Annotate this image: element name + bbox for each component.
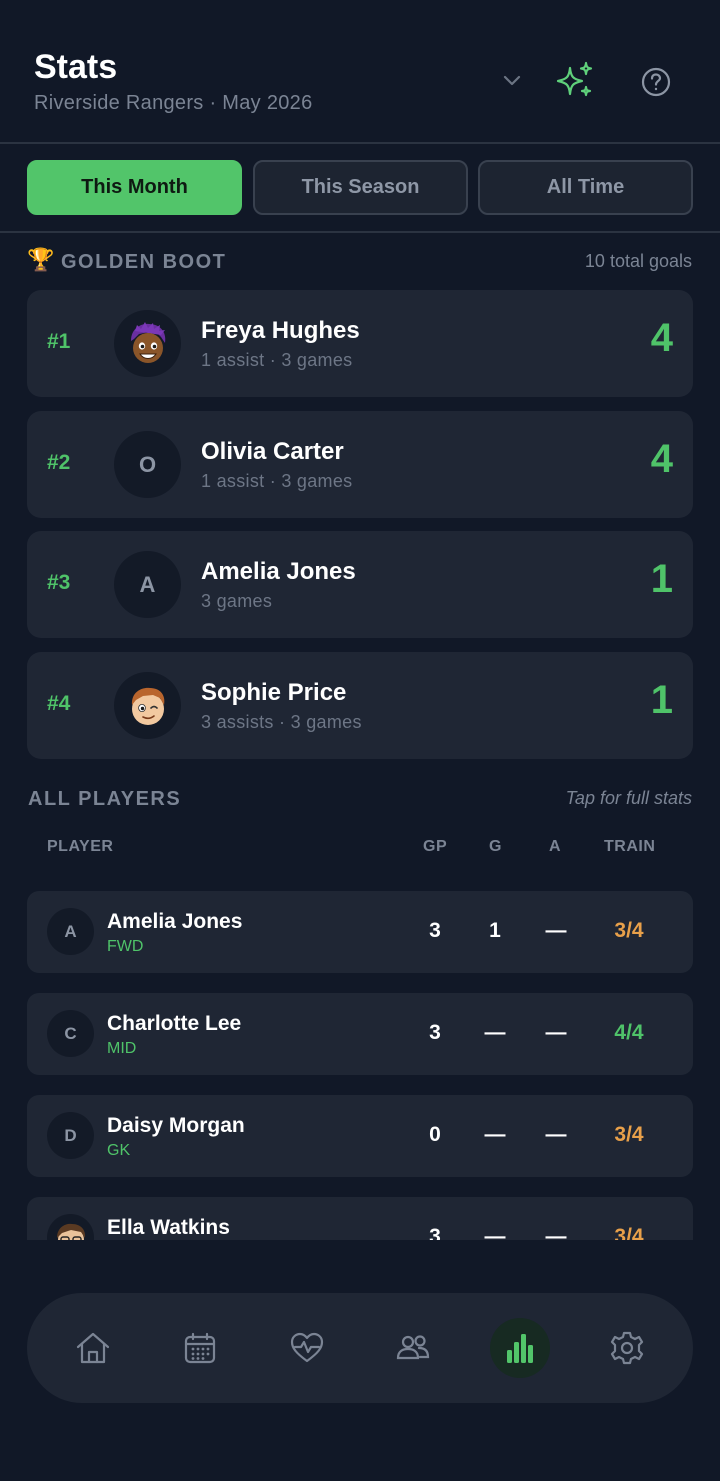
goals-count: 1 — [650, 557, 673, 601]
assists: — — [545, 1021, 567, 1044]
golden-boot-label: GOLDEN BOOT — [61, 251, 227, 273]
tap-hint: Tap for full stats — [565, 788, 692, 808]
column-header-a: A — [549, 838, 562, 855]
all-players-label: ALL PLAYERS — [28, 788, 182, 810]
player-meta: 1 assist · 3 games — [201, 350, 353, 370]
health-icon[interactable] — [277, 1318, 337, 1378]
training-attendance: 3/4 — [614, 1123, 644, 1146]
goals: — — [484, 1021, 506, 1044]
assists: — — [545, 1123, 567, 1146]
chevron-down-icon[interactable] — [498, 66, 526, 94]
player-name: Freya Hughes — [201, 317, 360, 344]
avatar — [114, 310, 181, 377]
header: Stats Riverside Rangers · May 2026 — [0, 0, 720, 143]
golden-boot-card[interactable]: #4 Sophie Price 3 assists · 3 games 1 — [27, 652, 693, 759]
bottom-nav — [27, 1293, 693, 1403]
golden-boot-card[interactable]: #2 O Olivia Carter 1 assist · 3 games 4 — [27, 411, 693, 518]
rank: #3 — [47, 571, 71, 594]
column-header-g: G — [489, 838, 502, 855]
training-attendance: 3/4 — [614, 1225, 644, 1240]
avatar: D — [47, 1112, 94, 1159]
home-icon[interactable] — [63, 1318, 123, 1378]
player-name: Amelia Jones — [107, 910, 243, 933]
avatar: A — [114, 551, 181, 618]
games-played: 0 — [429, 1123, 441, 1146]
player-name: Olivia Carter — [201, 438, 344, 465]
games-played: 3 — [429, 919, 441, 942]
sparkle-icon[interactable] — [552, 58, 598, 104]
column-header-train: TRAIN — [604, 838, 656, 855]
goals-count: 1 — [650, 678, 673, 722]
assists: — — [545, 919, 567, 942]
player-name: Charlotte Lee — [107, 1012, 242, 1035]
player-name: Sophie Price — [201, 679, 347, 706]
avatar: A — [47, 908, 94, 955]
player-name: Amelia Jones — [201, 558, 356, 585]
page-title: Stats — [34, 48, 118, 86]
games-played: 3 — [429, 1021, 441, 1044]
player-meta: 1 assist · 3 games — [201, 471, 353, 491]
table-row[interactable]: Ella Watkins 3 — — 3/4 — [27, 1197, 693, 1240]
column-header-player: PLAYER — [47, 838, 114, 855]
goals: — — [484, 1225, 506, 1240]
table-row[interactable]: A Amelia Jones FWD 3 1 — 3/4 — [27, 891, 693, 973]
goals: — — [484, 1123, 506, 1146]
team-icon[interactable] — [383, 1318, 443, 1378]
calendar-icon[interactable] — [170, 1318, 230, 1378]
player-name: Daisy Morgan — [107, 1114, 245, 1137]
players-list[interactable]: A Amelia Jones FWD 3 1 — 3/4 C Charlotte… — [0, 880, 720, 1240]
goals-count: 4 — [650, 437, 673, 481]
player-position: GK — [107, 1142, 131, 1159]
avatar — [47, 1214, 94, 1240]
avatar: O — [114, 431, 181, 498]
golden-boot-card[interactable]: #1 Freya Hughes 1 assist · 3 games 4 — [27, 290, 693, 397]
training-attendance: 3/4 — [614, 919, 644, 942]
tab-all-time[interactable]: All Time — [478, 160, 693, 215]
goals: 1 — [489, 919, 501, 942]
tab-this-month[interactable]: This Month — [27, 160, 242, 215]
divider — [0, 231, 720, 233]
player-meta: 3 games — [201, 591, 273, 611]
player-meta: 3 assists · 3 games — [201, 712, 362, 732]
divider — [0, 142, 720, 144]
avatar — [114, 672, 181, 739]
goals-count: 4 — [650, 316, 673, 360]
golden-boot-card[interactable]: #3 A Amelia Jones 3 games 1 — [27, 531, 693, 638]
tab-this-season[interactable]: This Season — [253, 160, 468, 215]
column-header-gp: GP — [423, 838, 448, 855]
stats-icon[interactable] — [490, 1318, 550, 1378]
assists: — — [545, 1225, 567, 1240]
avatar: C — [47, 1010, 94, 1057]
training-attendance: 4/4 — [614, 1021, 644, 1044]
total-goals: 10 total goals — [584, 251, 692, 271]
player-position: FWD — [107, 938, 144, 955]
rank: #1 — [47, 330, 71, 353]
table-row[interactable]: D Daisy Morgan GK 0 — — 3/4 — [27, 1095, 693, 1177]
team-subtitle: Riverside Rangers · May 2026 — [34, 92, 313, 114]
games-played: 3 — [429, 1225, 441, 1240]
table-row[interactable]: C Charlotte Lee MID 3 — — 4/4 — [27, 993, 693, 1075]
player-name: Ella Watkins — [107, 1216, 230, 1239]
rank: #2 — [47, 451, 71, 474]
trophy-icon: 🏆 — [27, 247, 55, 272]
rank: #4 — [47, 692, 71, 715]
help-icon[interactable] — [634, 60, 678, 104]
player-position: MID — [107, 1040, 137, 1057]
settings-icon[interactable] — [597, 1318, 657, 1378]
